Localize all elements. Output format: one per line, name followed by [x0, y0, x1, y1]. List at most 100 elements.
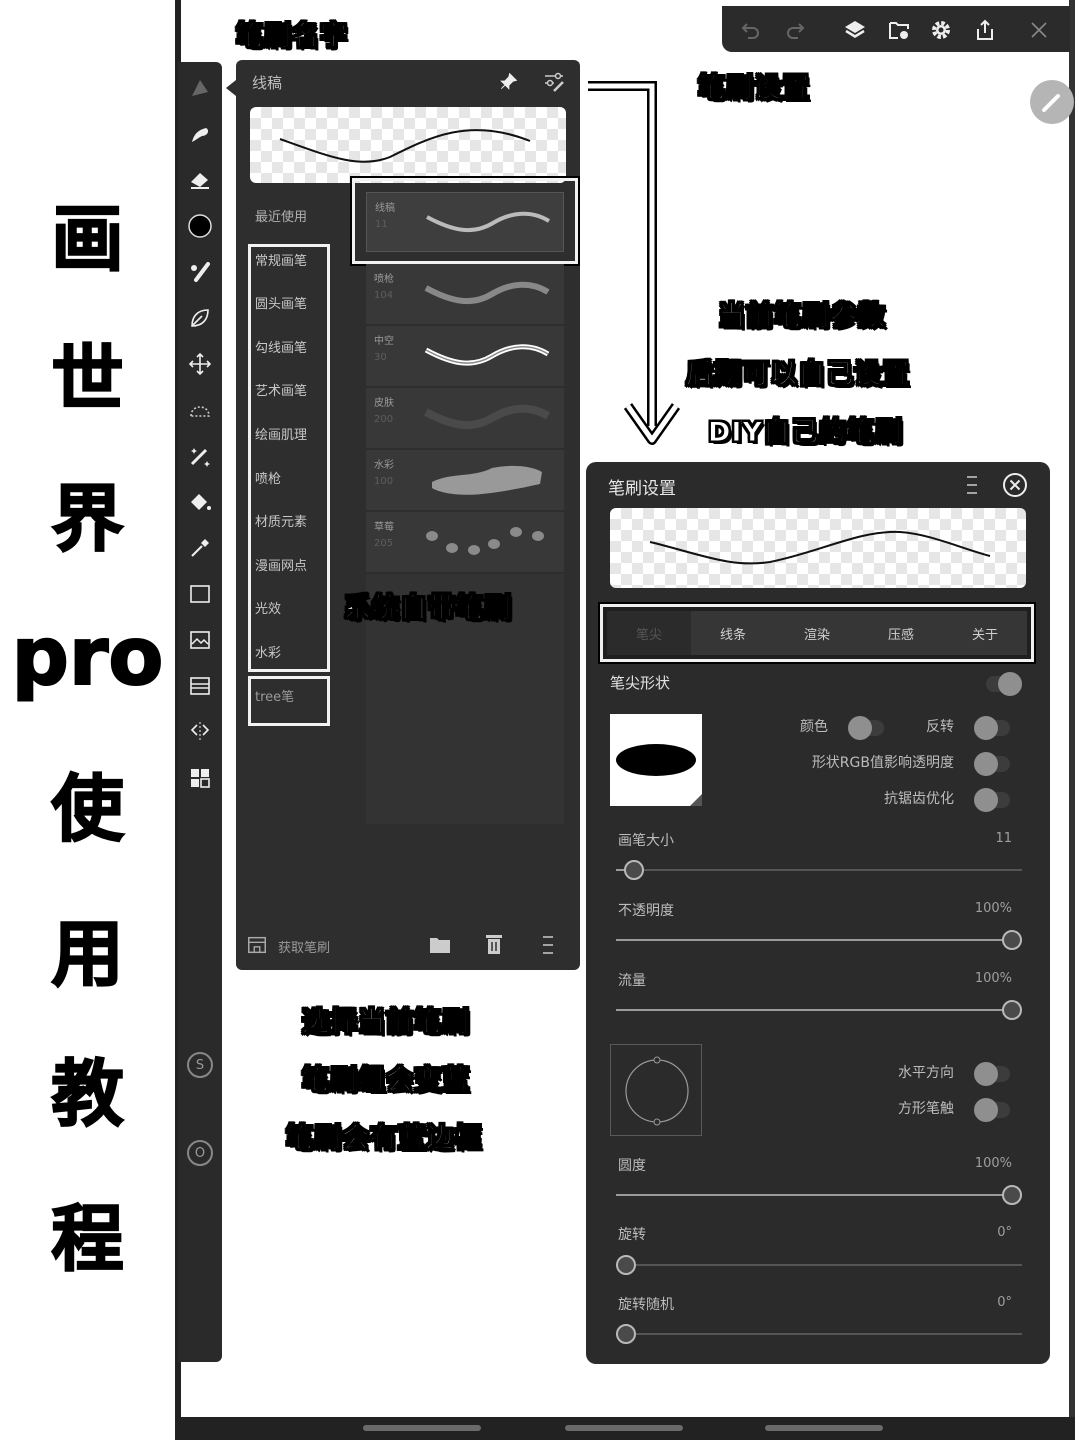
get-brushes-link[interactable]: 获取笔刷	[278, 937, 330, 956]
store-icon[interactable]	[246, 934, 268, 956]
category-item[interactable]: 圆头画笔	[255, 293, 307, 312]
category-item[interactable]: 漫画网点	[255, 555, 307, 574]
roundness-slider[interactable]	[616, 1184, 1022, 1206]
folder-icon[interactable]	[428, 934, 452, 956]
brush-size: 30	[374, 352, 387, 363]
slider-value: 0°	[997, 1225, 1012, 1240]
brushes-icon[interactable]	[186, 258, 214, 286]
slider-label: 旋转随机	[618, 1297, 674, 1313]
annotation-select-3: 笔刷会有蓝边框	[286, 1123, 482, 1155]
color-option-label: 颜色	[800, 719, 828, 735]
category-item[interactable]: 绘画肌理	[255, 424, 307, 443]
title-char: 世	[50, 336, 124, 422]
slider-value: 100%	[974, 901, 1012, 916]
redo-icon[interactable]	[782, 17, 808, 43]
category-item[interactable]: 光效	[255, 598, 281, 617]
square-label: 方形笔触	[898, 1101, 954, 1117]
title-char: 界	[50, 476, 124, 562]
antialias-toggle[interactable]	[974, 788, 1010, 812]
brush-preview	[250, 107, 566, 183]
opacity-slider[interactable]	[616, 929, 1022, 951]
rgb-alpha-toggle[interactable]	[974, 752, 1010, 776]
grid-icon[interactable]	[186, 764, 214, 792]
nav-handle[interactable]	[363, 1425, 481, 1431]
current-brush-name: 线稿	[252, 74, 283, 92]
category-item[interactable]: 艺术画笔	[255, 380, 307, 399]
close-icon[interactable]	[1026, 17, 1052, 43]
brush-library-panel: 线稿 最近使用 常规画笔 圆头画笔 勾线画笔 艺术画笔 绘画肌理 喷枪 材质元素…	[236, 60, 580, 970]
tab-pressure[interactable]: 压感	[859, 611, 943, 655]
move-icon[interactable]	[186, 350, 214, 378]
pin-icon[interactable]	[498, 72, 518, 92]
eyedropper-icon[interactable]	[186, 534, 214, 562]
tip-shape-toggle[interactable]	[986, 672, 1022, 696]
title-char: 程	[50, 1196, 124, 1282]
brush-item[interactable]: 喷枪 104	[366, 264, 564, 324]
layers-icon[interactable]	[842, 17, 868, 43]
annotation-brush-settings: 笔刷设置	[698, 73, 810, 105]
color-swatch-icon[interactable]	[186, 212, 214, 240]
brush-item[interactable]: 水彩 100	[366, 450, 564, 510]
invert-toggle[interactable]	[974, 716, 1010, 740]
brush-item[interactable]: 草莓 205	[366, 512, 564, 572]
smudge-icon[interactable]	[186, 120, 214, 148]
fill-bucket-icon[interactable]	[186, 488, 214, 516]
nav-handle[interactable]	[765, 1425, 883, 1431]
filter-icon[interactable]	[186, 672, 214, 700]
selection-icon[interactable]	[186, 396, 214, 424]
horizontal-toggle[interactable]	[974, 1062, 1010, 1086]
o-button[interactable]: O	[187, 1140, 213, 1166]
pencil-fab-button[interactable]	[1030, 80, 1074, 124]
rectangle-icon[interactable]	[186, 580, 214, 608]
category-recent[interactable]: 最近使用	[255, 206, 307, 225]
brush-stroke-preview	[424, 404, 551, 430]
gear-icon[interactable]	[928, 17, 954, 43]
category-item[interactable]: 水彩	[255, 642, 281, 661]
nav-handle[interactable]	[565, 1425, 683, 1431]
color-toggle[interactable]	[848, 716, 884, 740]
brush-name: 喷枪	[374, 274, 394, 285]
slider-value: 0°	[997, 1295, 1012, 1310]
brush-item[interactable]: 皮肤 200	[366, 388, 564, 448]
brush-size-slider[interactable]	[616, 859, 1022, 881]
slider-label: 不透明度	[618, 903, 674, 919]
tab-stroke[interactable]: 线条	[691, 611, 775, 655]
share-icon[interactable]	[972, 17, 998, 43]
s-button[interactable]: S	[187, 1052, 213, 1078]
folder-cloud-icon[interactable]	[886, 17, 912, 43]
leaf-lasso-icon[interactable]	[186, 304, 214, 332]
top-toolbar	[722, 6, 1070, 52]
image-icon[interactable]	[186, 626, 214, 654]
magic-wand-icon[interactable]	[186, 442, 214, 470]
rotation-random-slider[interactable]	[616, 1323, 1022, 1345]
tab-render[interactable]: 渲染	[775, 611, 859, 655]
tab-tip[interactable]: 笔尖	[607, 611, 691, 655]
invert-option-label: 反转	[926, 719, 954, 735]
menu-icon[interactable]	[540, 934, 556, 956]
brush-pen-icon[interactable]	[186, 74, 214, 102]
brush-item[interactable]: 中空 30	[366, 326, 564, 386]
system-nav-bar	[175, 1417, 1075, 1440]
category-item[interactable]: 材质元素	[255, 511, 307, 530]
menu-icon[interactable]	[964, 474, 980, 496]
tip-shape-preview[interactable]	[610, 714, 702, 806]
annotation-params-1: 当前笔刷参数	[718, 301, 886, 333]
trash-icon[interactable]	[484, 932, 504, 956]
category-custom[interactable]: tree笔	[255, 686, 294, 705]
square-toggle[interactable]	[974, 1098, 1010, 1122]
rotation-slider[interactable]	[616, 1254, 1022, 1276]
close-circle-icon[interactable]	[1002, 472, 1028, 498]
angle-roundness-widget[interactable]	[610, 1044, 702, 1136]
tab-about[interactable]: 关于	[943, 611, 1027, 655]
undo-icon[interactable]	[738, 17, 764, 43]
category-item[interactable]: 常规画笔	[255, 250, 307, 269]
category-item[interactable]: 勾线画笔	[255, 337, 307, 356]
category-item[interactable]: 喷枪	[255, 468, 281, 487]
arrow-annotation	[588, 81, 680, 445]
symmetry-icon[interactable]	[186, 718, 214, 746]
brush-name: 中空	[374, 336, 394, 347]
flow-slider[interactable]	[616, 999, 1022, 1021]
brush-size: 100	[374, 476, 394, 487]
brush-settings-icon[interactable]	[542, 70, 566, 94]
eraser-icon[interactable]	[186, 166, 214, 194]
